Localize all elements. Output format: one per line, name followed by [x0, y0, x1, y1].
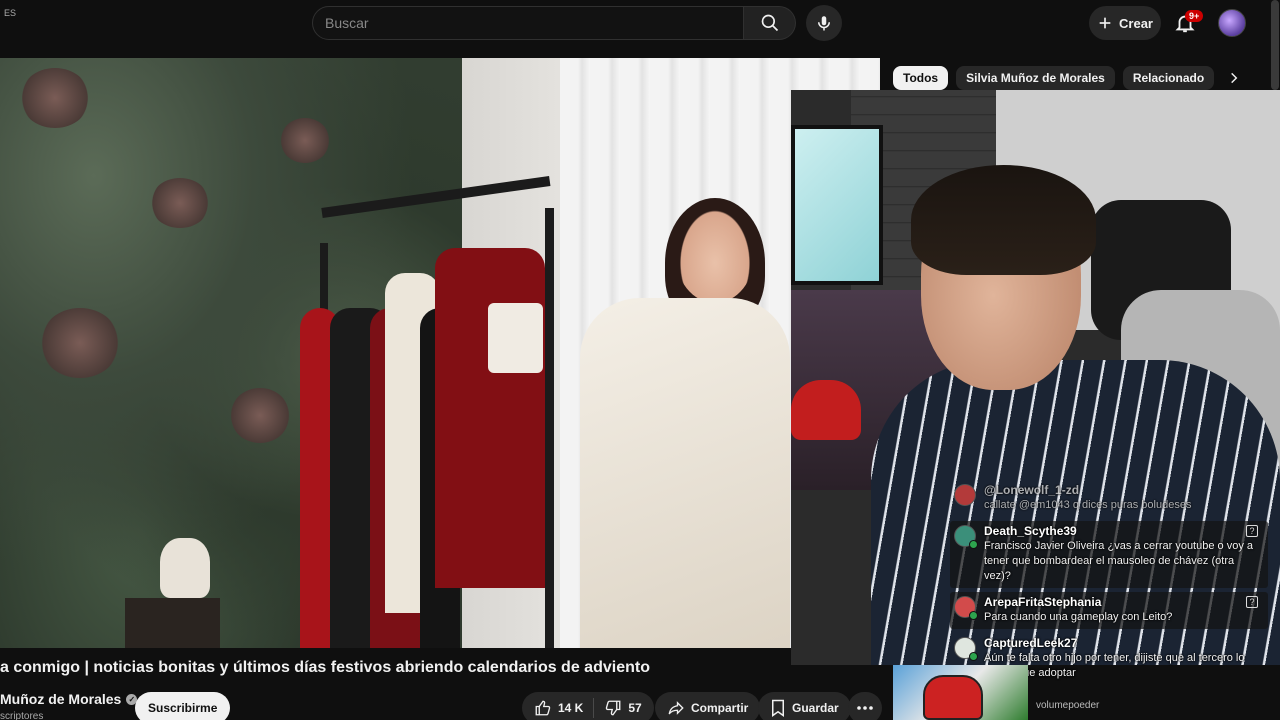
chips-next-button[interactable] [1222, 66, 1246, 90]
youtube-watch-page: ES Crear 9+ [0, 0, 1280, 720]
video-flower [230, 388, 290, 443]
thumbs-down-icon [604, 699, 622, 717]
like-button[interactable]: 14 K [534, 699, 583, 717]
create-label: Crear [1119, 15, 1153, 31]
video-side-table [125, 598, 220, 648]
video-woman-face [675, 203, 755, 303]
video-garment [435, 248, 545, 588]
chat-avatar [954, 525, 978, 549]
save-label: Guardar [792, 701, 839, 715]
like-count: 14 K [558, 701, 584, 715]
chat-avatar [954, 596, 978, 620]
video-woman-robe [580, 298, 790, 648]
chat-message: @Lonewolf_1-zd callate @em1043 q dices p… [950, 480, 1268, 517]
mini-preview-label: volumepoeder [1036, 700, 1100, 711]
search-input[interactable] [325, 15, 743, 31]
subscriber-count: scriptores [0, 711, 44, 720]
video-rack-pole [545, 208, 554, 648]
plus-icon [1097, 15, 1113, 31]
channel-name-row[interactable]: Muñoz de Morales ✓ [0, 691, 138, 707]
account-avatar[interactable] [1218, 9, 1246, 37]
search-icon [760, 13, 780, 33]
thumbs-up-icon [534, 699, 552, 717]
chat-avatar [954, 484, 976, 506]
share-button[interactable]: Compartir [655, 692, 761, 720]
mini-video-preview[interactable] [893, 665, 1028, 720]
search-box[interactable] [312, 6, 744, 40]
video-flower [150, 178, 210, 228]
mini-preview-kart [923, 675, 983, 720]
video-flower [280, 118, 330, 163]
chat-avatar [954, 637, 978, 661]
video-flower [40, 308, 120, 378]
top-bar: ES Crear 9+ [0, 0, 1280, 56]
dislike-count: 57 [628, 701, 642, 715]
question-icon: ? [1246, 525, 1258, 537]
subscribe-button[interactable]: Suscribirme [135, 692, 231, 720]
channel-name[interactable]: Muñoz de Morales [0, 691, 121, 707]
chip-todos[interactable]: Todos [893, 66, 949, 90]
chat-username: CapturedLeek27 [984, 636, 1078, 650]
video-player[interactable] [0, 58, 880, 648]
chevron-right-icon [1227, 71, 1241, 85]
chat-username: ArepaFritaStephania [984, 595, 1102, 609]
related-chips: Todos Silvia Muñoz de Morales Relacionad… [893, 66, 1246, 90]
share-icon [667, 699, 685, 717]
chat-text: Para cuando una gameplay con Leito? [984, 611, 1173, 623]
more-actions-button[interactable] [848, 692, 882, 720]
question-icon: ? [1246, 596, 1258, 608]
webcam-monitor [791, 125, 883, 285]
video-title: a conmigo | noticias bonitas y últimos d… [0, 659, 650, 676]
save-button[interactable]: Guardar [758, 692, 851, 720]
like-dislike-group: 14 K 57 [522, 692, 654, 720]
member-badge-icon [969, 611, 978, 620]
chip-relacionado[interactable]: Relacionado [1122, 66, 1215, 90]
microphone-icon [815, 14, 833, 32]
chip-channel[interactable]: Silvia Muñoz de Morales [956, 66, 1115, 90]
dislike-button[interactable]: 57 [604, 699, 642, 717]
webcam-red-object [791, 380, 861, 440]
share-label: Compartir [691, 701, 749, 715]
chat-message: Death_Scythe39 Francisco Javier Oliveira… [950, 521, 1268, 588]
chat-text: callate @em1043 q dices puras boludeses [984, 499, 1192, 511]
member-badge-icon [969, 652, 978, 661]
video-woman [560, 198, 790, 648]
voice-search-button[interactable] [806, 5, 842, 41]
chat-username: Death_Scythe39 [984, 524, 1077, 538]
video-garment [488, 303, 543, 373]
search-button[interactable] [744, 6, 796, 40]
member-badge-icon [969, 540, 978, 549]
notification-badge: 9+ [1185, 10, 1204, 22]
scrollbar[interactable] [1271, 0, 1279, 90]
video-vase [160, 538, 210, 598]
like-divider [593, 698, 595, 718]
chat-text: Francisco Javier Oliveira ¿vas a cerrar … [984, 540, 1253, 582]
chat-message: ArepaFritaStephania Para cuando una game… [950, 592, 1268, 629]
chat-username: @Lonewolf_1-zd [984, 483, 1080, 497]
more-horizontal-icon [857, 706, 873, 710]
create-button[interactable]: Crear [1089, 6, 1161, 40]
live-chat-overlay: @Lonewolf_1-zd callate @em1043 q dices p… [950, 480, 1268, 689]
webcam-streamer-hair [911, 165, 1096, 275]
video-flower [20, 68, 90, 128]
bookmark-icon [770, 699, 786, 717]
region-code: ES [4, 8, 17, 18]
